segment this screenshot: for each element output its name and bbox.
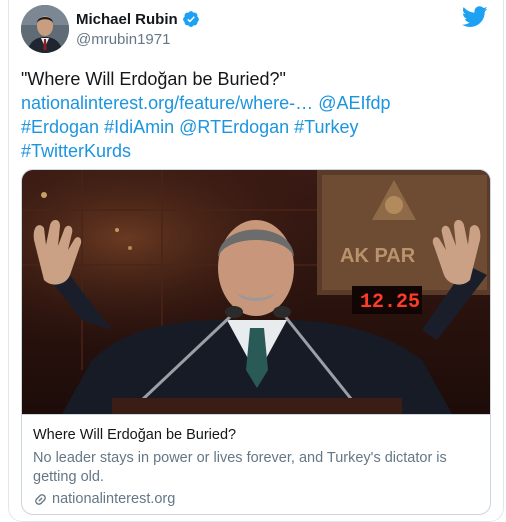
hashtag-erdogan[interactable]: #Erdogan <box>21 117 99 137</box>
tweet-url-link[interactable]: nationalinterest.org/feature/where-… <box>21 93 313 113</box>
verified-badge-icon <box>182 11 199 27</box>
author-name-row[interactable]: Michael Rubin <box>76 10 200 28</box>
tweet-text: "Where Will Erdoğan be Buried?" national… <box>21 67 491 163</box>
tweet-quote: "Where Will Erdoğan be Buried?" <box>21 69 286 89</box>
link-preview-card[interactable]: AK PAR 12.25 Where Will Erdoğan be Burie… <box>21 169 491 515</box>
card-domain-text[interactable]: nationalinterest.org <box>52 490 175 509</box>
mention-aeifdp[interactable]: @AEIfdp <box>318 93 390 113</box>
author-display-name[interactable]: Michael Rubin <box>76 11 178 28</box>
card-image[interactable]: AK PAR 12.25 <box>22 170 491 414</box>
sign-text: AK PAR <box>340 245 416 267</box>
hashtag-twitterkurds[interactable]: #TwitterKurds <box>21 141 131 161</box>
author-handle[interactable]: @mrubin1971 <box>76 31 170 48</box>
tweet-embed: Michael Rubin @mrubin1971 "Where Will Er… <box>8 0 504 522</box>
avatar-photo <box>21 5 69 53</box>
hashtag-idiamin[interactable]: #IdiAmin <box>104 117 174 137</box>
card-description: No leader stays in power or lives foreve… <box>33 450 447 485</box>
card-title[interactable]: Where Will Erdoğan be Buried? <box>33 426 482 445</box>
avatar[interactable] <box>21 5 69 53</box>
card-domain[interactable]: nationalinterest.org <box>33 490 482 509</box>
card-body[interactable]: Where Will Erdoğan be Buried? No leader … <box>22 414 490 514</box>
hashtag-turkey[interactable]: #Turkey <box>294 117 358 137</box>
link-icon <box>35 494 46 505</box>
twitter-bird-icon[interactable] <box>462 6 488 28</box>
mention-rterdogan[interactable]: @RTErdogan <box>179 117 289 137</box>
clock-display: 12.25 <box>360 291 420 314</box>
